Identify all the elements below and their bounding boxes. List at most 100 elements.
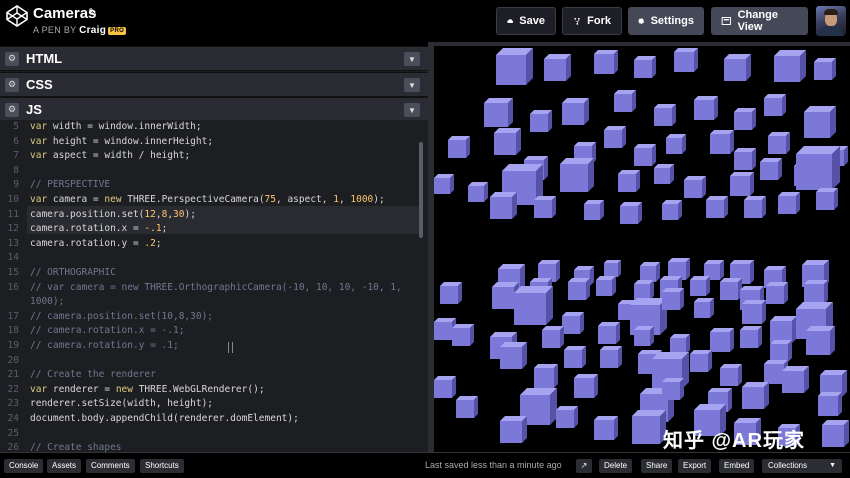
js-panel-header[interactable]: ⚙ JS ▼ bbox=[0, 97, 428, 122]
code-line: 21 // Create the renderer bbox=[0, 368, 420, 382]
pro-badge: PRO bbox=[108, 26, 127, 35]
gear-icon[interactable]: ⚙ bbox=[5, 77, 19, 92]
js-code-editor[interactable]: 5 var width = window.innerWidth; 6 var heig… bbox=[0, 120, 428, 452]
html-panel-header[interactable]: ⚙ HTML ▼ bbox=[0, 46, 428, 71]
line-number: 17 bbox=[7, 310, 19, 322]
line-number: 26 bbox=[7, 442, 19, 452]
code-text: // Create shapes bbox=[30, 442, 122, 452]
cube-shape bbox=[774, 50, 806, 82]
cube-shape bbox=[544, 54, 571, 81]
chevron-down-icon: ▼ bbox=[829, 462, 836, 469]
cube-shape bbox=[742, 300, 766, 324]
fork-icon bbox=[574, 17, 580, 25]
chevron-down-icon[interactable]: ▼ bbox=[404, 52, 420, 66]
cube-shape bbox=[804, 280, 828, 304]
cube-shape bbox=[634, 280, 654, 300]
code-text: // PERSPECTIVE bbox=[30, 179, 111, 191]
gear-icon[interactable]: ⚙ bbox=[5, 51, 19, 66]
cube-shape bbox=[530, 110, 552, 132]
code-line: 22 var renderer = new THREE.WebGLRenderer… bbox=[0, 383, 420, 397]
cube-shape bbox=[690, 350, 712, 372]
saved-status: Last saved less than a minute ago bbox=[425, 460, 562, 470]
share-button[interactable]: Share bbox=[641, 459, 673, 473]
cube-shape bbox=[666, 134, 686, 154]
collections-dropdown[interactable]: Collections ▼ bbox=[762, 459, 842, 473]
editor-scrollbar[interactable] bbox=[419, 142, 423, 238]
cube-shape bbox=[634, 144, 656, 166]
change-view-button[interactable]: Change View bbox=[711, 7, 808, 35]
cube-shape bbox=[562, 98, 589, 125]
cloud-icon bbox=[507, 19, 514, 23]
pen-title[interactable]: Cameras bbox=[33, 5, 96, 22]
cube-shape bbox=[806, 326, 835, 355]
preview-frame[interactable] bbox=[434, 42, 850, 452]
cube-shape bbox=[814, 58, 836, 80]
cube-shape bbox=[594, 416, 618, 440]
code-line: 10 var camera = new THREE.PerspectiveCame… bbox=[0, 193, 420, 207]
cube-shape bbox=[534, 364, 558, 388]
chevron-down-icon[interactable]: ▼ bbox=[404, 103, 420, 117]
delete-button[interactable]: Delete bbox=[599, 459, 633, 473]
line-number: 13 bbox=[7, 237, 19, 249]
line-number: 7 bbox=[13, 150, 19, 162]
save-label: Save bbox=[519, 15, 545, 27]
fork-label: Fork bbox=[587, 15, 611, 27]
cube-shape bbox=[542, 326, 564, 348]
pencil-icon[interactable]: ✎ bbox=[88, 6, 97, 19]
code-line: 8 bbox=[0, 164, 420, 178]
gear-icon[interactable]: ⚙ bbox=[5, 102, 19, 117]
gear-icon bbox=[638, 18, 644, 25]
shortcuts-button[interactable]: Shortcuts bbox=[140, 459, 184, 473]
cube-shape bbox=[764, 94, 786, 116]
code-text: 1000); bbox=[30, 296, 65, 308]
settings-button[interactable]: Settings bbox=[628, 7, 704, 35]
code-text: var aspect = width / height; bbox=[30, 150, 191, 162]
change-view-icon bbox=[721, 17, 731, 25]
line-number: 8 bbox=[13, 164, 19, 176]
cube-shape bbox=[706, 196, 728, 218]
cube-shape bbox=[782, 366, 809, 393]
comments-button[interactable]: Comments bbox=[86, 459, 135, 473]
cube-shape bbox=[634, 326, 654, 346]
cube-shape bbox=[720, 364, 742, 386]
code-text: // camera.rotation.y = .1; bbox=[30, 340, 179, 351]
embed-button[interactable]: Embed bbox=[719, 459, 755, 473]
console-button[interactable]: Console bbox=[4, 459, 44, 473]
cube-shape bbox=[634, 56, 656, 78]
author-link[interactable]: Craig bbox=[79, 25, 106, 36]
cube-shape bbox=[434, 376, 456, 398]
cube-shape bbox=[598, 322, 620, 344]
cube-shape bbox=[496, 48, 533, 85]
save-button[interactable]: Save bbox=[496, 7, 556, 35]
line-number: 25 bbox=[7, 427, 19, 439]
codepen-logo-icon[interactable] bbox=[6, 5, 28, 27]
cube-shape bbox=[604, 126, 626, 148]
cube-shape bbox=[452, 324, 474, 346]
cube-shape bbox=[434, 174, 454, 194]
code-text: renderer.setSize(width, height); bbox=[30, 398, 214, 410]
code-text: // Create the renderer bbox=[30, 369, 156, 381]
code-text: camera.rotation.x = -.1; bbox=[30, 223, 168, 235]
cube-shape bbox=[662, 288, 684, 310]
avatar[interactable] bbox=[816, 6, 846, 36]
code-text: // var camera = new THREE.OrthographicCa… bbox=[30, 281, 402, 293]
chevron-down-icon[interactable]: ▼ bbox=[404, 78, 420, 92]
code-line: 6 var height = window.innerHeight; bbox=[0, 135, 420, 149]
css-panel-header[interactable]: ⚙ CSS ▼ bbox=[0, 72, 428, 97]
code-line: 18 // camera.rotation.x = -.1; bbox=[0, 324, 420, 338]
cube-shape bbox=[562, 312, 584, 334]
line-number: 16 bbox=[7, 281, 19, 293]
cube-shape bbox=[694, 96, 718, 120]
assets-button[interactable]: Assets bbox=[47, 459, 82, 473]
cube-shape bbox=[734, 108, 756, 130]
cube-shape bbox=[694, 298, 714, 318]
external-link-icon[interactable]: ↗ bbox=[576, 459, 592, 473]
code-text: // ORTHOGRAPHIC bbox=[30, 267, 116, 278]
cube-shape bbox=[816, 188, 838, 210]
export-button[interactable]: Export bbox=[678, 459, 712, 473]
settings-label: Settings bbox=[650, 15, 694, 27]
cube-shape bbox=[734, 148, 756, 170]
cube-shape bbox=[514, 286, 553, 325]
fork-button[interactable]: Fork bbox=[562, 7, 622, 35]
cube-shape bbox=[620, 202, 642, 224]
